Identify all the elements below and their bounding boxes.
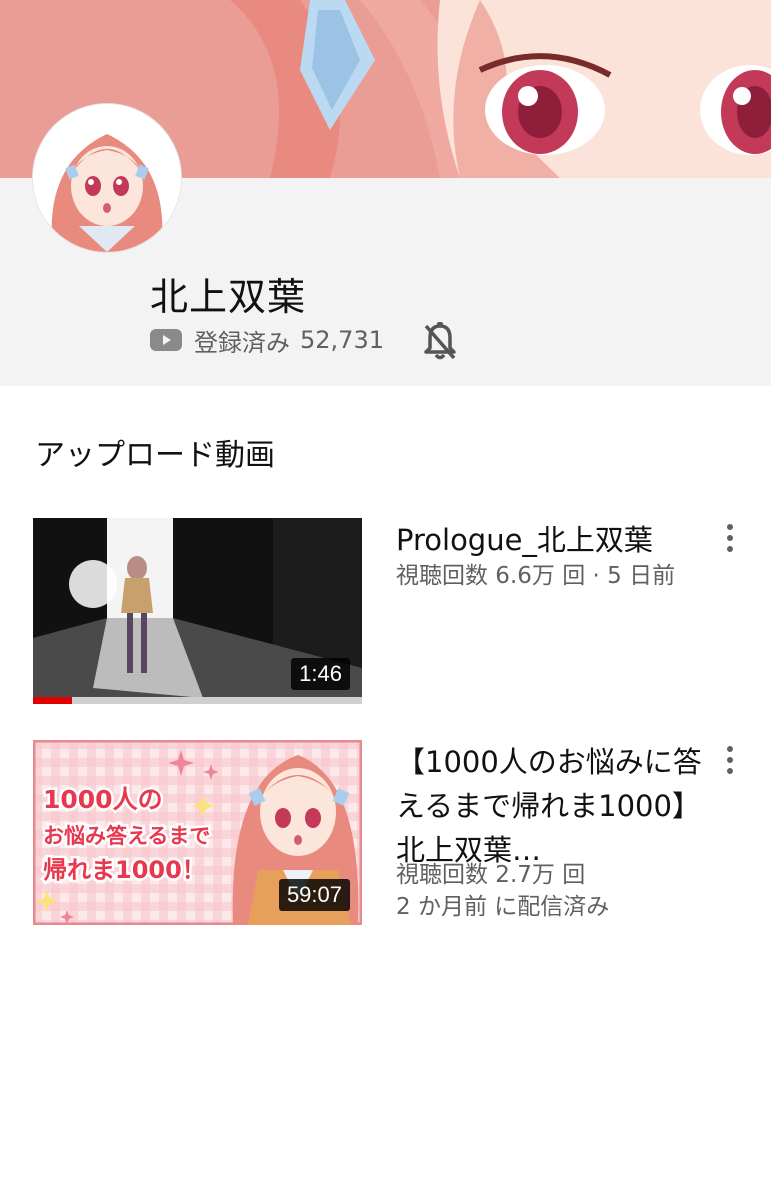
thumbnail-text-line1: 1000人の [43, 785, 163, 814]
video-thumbnail[interactable]: 1000人の お悩み答えるまで 帰れま1000！ 59:07 [33, 740, 362, 925]
video-meta: 視聴回数 6.6万 回 · 5 日前 [396, 563, 676, 589]
subscribed-label: 登録済み [194, 328, 290, 357]
video-duration: 59:07 [278, 879, 350, 911]
video-meta: 視聴回数 2.7万 回 [396, 862, 586, 888]
thumbnail-text-line3: 帰れま1000！ [43, 856, 206, 884]
section-title: アップロード動画 [35, 438, 275, 473]
video-thumbnail[interactable]: 1:46 [33, 518, 362, 704]
notification-off-bell-icon[interactable] [420, 320, 460, 362]
avatar-image [33, 104, 181, 252]
youtube-icon [150, 329, 182, 351]
video-duration: 1:46 [291, 658, 350, 690]
watch-progress-fill [33, 697, 73, 704]
thumbnail-text-line2: お悩み答えるまで [43, 824, 210, 848]
channel-avatar[interactable] [33, 104, 181, 252]
video-title[interactable]: Prologue_北上双葉 [396, 518, 706, 562]
more-options-icon[interactable] [718, 740, 742, 780]
channel-name: 北上双葉 [150, 275, 307, 319]
subscription-row[interactable]: 登録済み 52,731 [150, 320, 384, 360]
more-options-icon[interactable] [718, 518, 742, 558]
video-meta-secondary: 2 か月前 に配信済み [396, 894, 610, 920]
subscriber-count: 52,731 [300, 326, 384, 354]
watch-progress-bar [33, 697, 362, 704]
video-title[interactable]: 【1000人のお悩みに答えるまで帰れま1000】北上双葉… [396, 740, 706, 872]
